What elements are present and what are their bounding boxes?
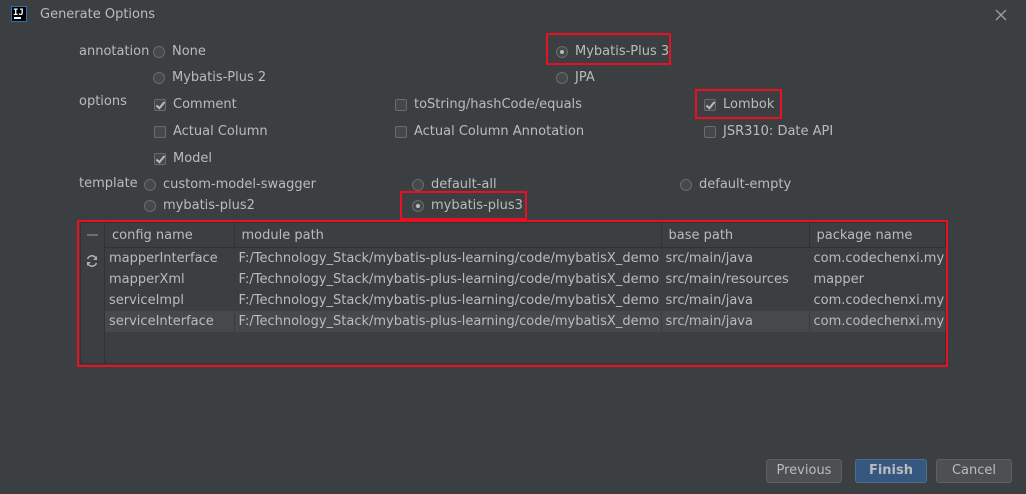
radio-indicator-selected	[556, 45, 568, 58]
finish-button[interactable]: Finish	[855, 459, 927, 483]
cell-package-name[interactable]: mapper	[809, 269, 946, 290]
radio-indicator	[144, 199, 156, 212]
table-toolstrip	[81, 223, 105, 363]
annotation-label: annotation	[79, 44, 150, 59]
radio-indicator	[153, 71, 165, 84]
radio-template-default-all[interactable]: default-all	[412, 177, 497, 192]
cell-config-name[interactable]: serviceImpl	[105, 290, 235, 311]
radio-indicator	[556, 71, 568, 84]
cell-base-path[interactable]: src/main/java	[661, 311, 810, 332]
cell-module-path[interactable]: F:/Technology_Stack/mybatis-plus-learnin…	[234, 269, 662, 290]
previous-button[interactable]: Previous	[766, 459, 842, 483]
radio-annotation-mybatis-plus-2[interactable]: Mybatis-Plus 2	[153, 70, 266, 85]
cell-config-name[interactable]: mapperXml	[105, 269, 235, 290]
table-row[interactable]: serviceInterface F:/Technology_Stack/myb…	[105, 311, 946, 332]
checkbox-indicator	[704, 125, 716, 138]
radio-template-default-empty[interactable]: default-empty	[680, 177, 791, 192]
radio-indicator	[412, 178, 424, 191]
table-row[interactable]: serviceImpl F:/Technology_Stack/mybatis-…	[105, 290, 946, 311]
options-label: options	[79, 94, 127, 109]
column-header-package-name[interactable]: package name	[809, 223, 946, 248]
column-header-config-name[interactable]: config name	[105, 223, 235, 248]
column-header-base-path[interactable]: base path	[661, 223, 810, 248]
checkbox-actual-column-annotation[interactable]: Actual Column Annotation	[395, 124, 584, 139]
radio-template-custom-model-swagger[interactable]: custom-model-swagger	[144, 177, 316, 192]
checkbox-indicator-checked	[704, 98, 716, 111]
radio-template-mybatis-plus2[interactable]: mybatis-plus2	[144, 198, 255, 213]
radio-indicator	[153, 45, 165, 58]
checkbox-indicator-checked	[154, 152, 166, 165]
radio-indicator	[144, 178, 156, 191]
cancel-button[interactable]: Cancel	[936, 459, 1012, 483]
cell-package-name[interactable]: com.codechenxi.mybat	[809, 247, 946, 269]
checkbox-jsr310-date-api[interactable]: JSR310: Date API	[704, 124, 833, 139]
radio-indicator	[680, 178, 692, 191]
checkbox-lombok[interactable]: Lombok	[704, 97, 774, 112]
radio-annotation-jpa[interactable]: JPA	[556, 70, 595, 85]
cell-package-name[interactable]: com.codechenxi.mybat	[809, 290, 946, 311]
cell-config-name[interactable]: serviceInterface	[105, 311, 235, 332]
template-label: template	[79, 176, 138, 191]
cell-base-path[interactable]: src/main/resources	[661, 269, 810, 290]
refresh-icon[interactable]	[85, 254, 99, 268]
close-icon[interactable]	[993, 7, 1009, 23]
config-grid: config name module path base path packag…	[105, 223, 946, 332]
radio-indicator-selected	[412, 199, 424, 212]
checkbox-indicator	[154, 125, 166, 138]
checkbox-model[interactable]: Model	[154, 151, 212, 166]
title-bar: IJ Generate Options	[0, 0, 1026, 30]
table-row[interactable]: mapperXml F:/Technology_Stack/mybatis-pl…	[105, 269, 946, 290]
cell-module-path[interactable]: F:/Technology_Stack/mybatis-plus-learnin…	[234, 290, 662, 311]
cell-base-path[interactable]: src/main/java	[661, 290, 810, 311]
cell-base-path[interactable]: src/main/java	[661, 247, 810, 269]
config-table: config name module path base path packag…	[80, 222, 946, 364]
column-header-module-path[interactable]: module path	[234, 223, 662, 248]
cell-module-path[interactable]: F:/Technology_Stack/mybatis-plus-learnin…	[234, 311, 662, 332]
dialog-title: Generate Options	[40, 7, 156, 22]
remove-row-icon[interactable]	[87, 234, 98, 236]
cell-package-name[interactable]: com.codechenxi.mybat	[809, 311, 946, 332]
checkbox-indicator	[395, 98, 407, 111]
intellij-app-icon: IJ	[11, 6, 27, 22]
radio-annotation-none[interactable]: None	[153, 44, 206, 59]
checkbox-indicator-checked	[154, 98, 166, 111]
table-row[interactable]: mapperInterface F:/Technology_Stack/myba…	[105, 247, 946, 269]
cell-module-path[interactable]: F:/Technology_Stack/mybatis-plus-learnin…	[234, 247, 662, 269]
checkbox-indicator	[395, 125, 407, 138]
cell-config-name[interactable]: mapperInterface	[105, 247, 235, 269]
radio-annotation-mybatis-plus-3[interactable]: Mybatis-Plus 3	[556, 44, 669, 59]
table-header-row: config name module path base path packag…	[105, 223, 946, 248]
checkbox-comment[interactable]: Comment	[154, 97, 237, 112]
radio-template-mybatis-plus3[interactable]: mybatis-plus3	[412, 198, 523, 213]
checkbox-tostring-hashcode-equals[interactable]: toString/hashCode/equals	[395, 97, 582, 112]
checkbox-actual-column[interactable]: Actual Column	[154, 124, 268, 139]
